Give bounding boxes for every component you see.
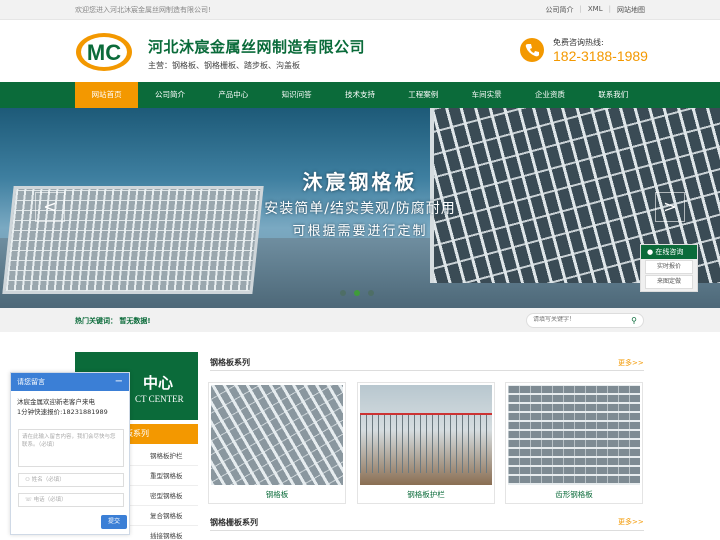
- sidebar-item[interactable]: 密型钢格板: [130, 486, 198, 506]
- top-bar: 欢迎您进入河北沐宸金属丝网制造有限公司! 公司简介 | XML | 网站地图: [0, 0, 720, 20]
- welcome-text: 欢迎您进入河北沐宸金属丝网制造有限公司!: [75, 6, 211, 14]
- product-caption[interactable]: 钢格板护栏: [358, 489, 494, 500]
- nav-products[interactable]: 产品中心: [202, 82, 265, 108]
- hotline-number: 182-3188-1989: [553, 48, 648, 64]
- sidebar-title: 中心: [143, 374, 174, 392]
- phone-icon: [520, 38, 544, 62]
- float-service-panel: ● 在线咨询 实时报价 来图定做: [640, 244, 698, 292]
- banner-next-button[interactable]: >: [655, 192, 685, 222]
- chat-header[interactable]: 请您留言 −: [11, 373, 129, 391]
- nav-qualification[interactable]: 企业资质: [518, 82, 581, 108]
- nav-tech[interactable]: 技术支持: [328, 82, 391, 108]
- banner-prev-button[interactable]: <: [35, 192, 65, 222]
- product-card[interactable]: 齿形钢格板: [505, 382, 643, 504]
- product-card[interactable]: 钢格板护栏: [357, 382, 495, 504]
- banner-title: 沐宸钢格板: [302, 170, 418, 194]
- chat-phone-field[interactable]: ☏ 电话（必填）: [18, 493, 124, 507]
- header: MC 河北沐宸金属丝网制造有限公司 主营：钢格板、钢格栅板、踏步板、沟盖板 免费…: [0, 20, 720, 82]
- banner-tagline: 安装简单/结实美观/防腐耐用: [264, 201, 456, 217]
- chat-welcome-message: 沐宸金属欢迎新老客户来电 1分钟快速报价:18231881989: [17, 398, 108, 416]
- company-name: 河北沐宸金属丝网制造有限公司: [148, 38, 366, 56]
- nav-about[interactable]: 公司简介: [138, 82, 201, 108]
- banner-pagination: [340, 290, 374, 296]
- nav-home[interactable]: 网站首页: [75, 82, 139, 108]
- top-links: 公司简介 | XML | 网站地图: [546, 5, 645, 15]
- nav-cases[interactable]: 工程案例: [392, 82, 455, 108]
- hotline-label: 免费咨询热线:: [553, 38, 604, 47]
- divider: [210, 370, 644, 371]
- custom-drawing-button[interactable]: 来图定做: [645, 275, 693, 289]
- section-title: 钢格板系列: [210, 358, 250, 367]
- banner-subtagline: 可根据需要进行定制: [292, 224, 428, 239]
- sidebar-item[interactable]: 重型钢格板: [130, 466, 198, 486]
- sidebar-list: 钢格板护栏 重型钢格板 密型钢格板 复合钢格板 插接钢格板: [130, 446, 198, 540]
- hot-keywords-bar: 热门关键词： 暂无数据! ⚲: [0, 308, 720, 332]
- divider: |: [579, 5, 582, 13]
- banner-dot[interactable]: [340, 290, 346, 296]
- top-link-about[interactable]: 公司简介: [546, 5, 574, 15]
- search-input[interactable]: [533, 316, 623, 323]
- minimize-icon[interactable]: −: [115, 373, 123, 391]
- sidebar-item[interactable]: 插接钢格板: [130, 526, 198, 540]
- chat-submit-button[interactable]: 提交: [101, 515, 127, 529]
- product-caption[interactable]: 钢格板: [209, 489, 345, 500]
- product-image[interactable]: [508, 385, 640, 485]
- sidebar-subtitle: CT CENTER: [135, 394, 184, 404]
- product-card[interactable]: 钢格板: [208, 382, 346, 504]
- online-consult-button[interactable]: ● 在线咨询: [641, 245, 697, 259]
- phone-icon: ☏: [25, 497, 32, 503]
- person-icon: ⚇: [25, 477, 30, 483]
- fence-graphic: [360, 413, 492, 473]
- nav-faq[interactable]: 知识问答: [265, 82, 328, 108]
- top-link-xml[interactable]: XML: [588, 5, 603, 15]
- banner-dot[interactable]: [368, 290, 374, 296]
- chat-name-field[interactable]: ⚇ 姓名（必填）: [18, 473, 124, 487]
- main-nav: 网站首页 公司简介 产品中心 知识问答 技术支持 工程案例 车间实景 企业资质 …: [0, 82, 720, 108]
- section-more-link[interactable]: 更多>>: [618, 358, 644, 368]
- search-icon[interactable]: ⚲: [631, 316, 637, 325]
- banner-dot-active[interactable]: [354, 290, 360, 296]
- chat-title: 请您留言: [17, 378, 45, 386]
- product-image[interactable]: [211, 385, 343, 485]
- divider: [210, 530, 644, 531]
- top-link-sitemap[interactable]: 网站地图: [617, 5, 645, 15]
- nav-contact[interactable]: 联系我们: [582, 82, 645, 108]
- divider: |: [608, 5, 611, 13]
- chat-message-textarea[interactable]: 请在此输入留言内容，我们会尽快与您联系。（必填）: [18, 429, 124, 467]
- chat-widget: 请您留言 − 沐宸金属欢迎新老客户来电 1分钟快速报价:18231881989 …: [10, 372, 130, 535]
- sidebar-item[interactable]: 复合钢格板: [130, 506, 198, 526]
- product-caption[interactable]: 齿形钢格板: [506, 489, 642, 500]
- search-box: ⚲: [526, 313, 644, 328]
- realtime-quote-button[interactable]: 实时报价: [645, 260, 693, 274]
- nav-workshop[interactable]: 车间实景: [455, 82, 518, 108]
- section-title: 钢格栅板系列: [210, 518, 258, 527]
- product-image[interactable]: [360, 385, 492, 485]
- hot-keywords-label: 热门关键词： 暂无数据!: [75, 317, 151, 325]
- company-logo[interactable]: MC: [75, 32, 133, 72]
- section-more-link[interactable]: 更多>>: [618, 517, 644, 527]
- sidebar-item[interactable]: 钢格板护栏: [130, 446, 198, 466]
- main-products: 主营：钢格板、钢格栅板、踏步板、沟盖板: [148, 61, 300, 70]
- logo-text: MC: [87, 40, 121, 65]
- hero-banner: 沐宸钢格板 安装简单/结实美观/防腐耐用 可根据需要进行定制 < >: [0, 108, 720, 308]
